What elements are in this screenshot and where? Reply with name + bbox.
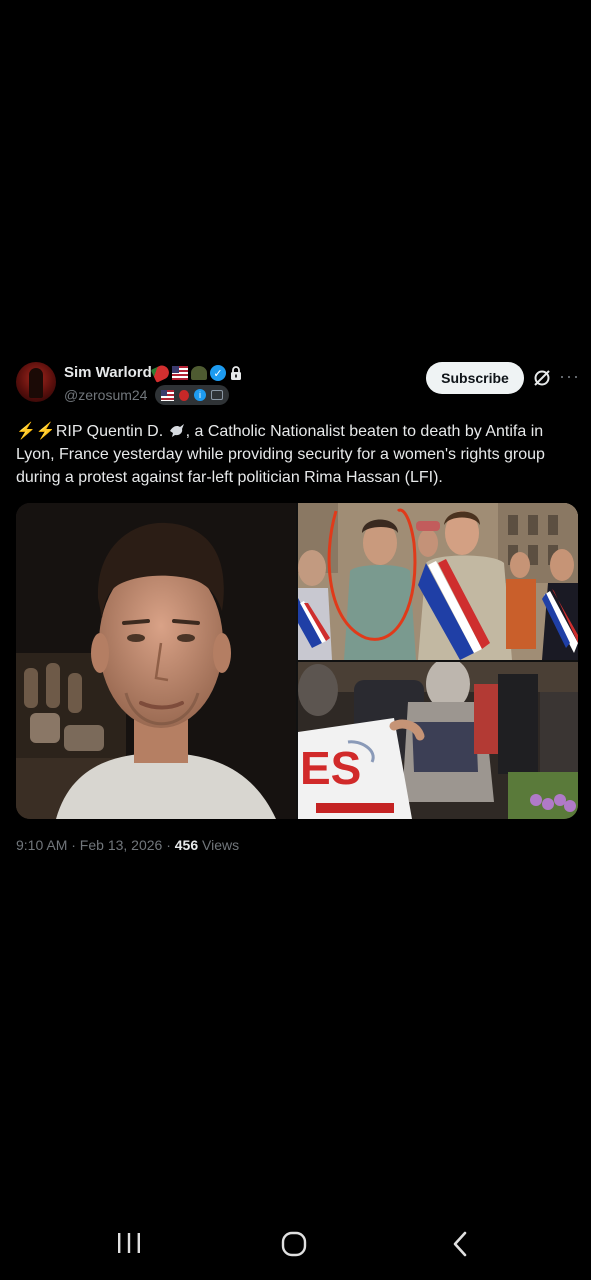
- media-grid[interactable]: ES: [16, 503, 578, 819]
- author-handle[interactable]: @zerosum24: [64, 387, 147, 403]
- info-badge-icon: i: [194, 389, 206, 401]
- avatar-figure: [29, 368, 43, 398]
- grok-icon[interactable]: [532, 368, 552, 388]
- chili-pepper-icon: [150, 363, 172, 383]
- handle-badge-group[interactable]: i: [155, 385, 229, 405]
- apple-badge-icon: [179, 389, 189, 401]
- soldier-icon: [191, 366, 207, 380]
- android-navigation-bar: [0, 1210, 591, 1280]
- more-options-icon[interactable]: ···: [559, 367, 579, 388]
- home-icon[interactable]: [280, 1230, 308, 1258]
- us-flag-badge-icon: [161, 389, 174, 401]
- portrait-photo[interactable]: [16, 503, 296, 819]
- verified-checkmark-icon[interactable]: ✓: [210, 365, 226, 381]
- recent-apps-icon[interactable]: [116, 1232, 142, 1254]
- author-avatar[interactable]: [16, 362, 56, 402]
- post-card[interactable]: Sim Warlord ✓ @zerosum24 i Subscribe ···…: [0, 355, 591, 863]
- post-meta: 9:10 AM · Feb 13, 2026 · 456 Views: [16, 837, 239, 853]
- name-emoji-group: ✓: [150, 363, 243, 383]
- lightning-bolt-icons: ⚡⚡: [16, 423, 56, 440]
- views-count: 456: [174, 837, 199, 853]
- post-text-part1: RIP Quentin D.: [55, 423, 168, 440]
- banner-text: ES: [300, 742, 361, 794]
- lock-icon: [229, 365, 243, 381]
- post-text: ⚡⚡RIP Quentin D. , a Catholic Nationalis…: [16, 420, 582, 489]
- post-timestamp[interactable]: 9:10 AM · Feb 13, 2026 ·: [16, 837, 175, 853]
- subscribe-button[interactable]: Subscribe: [426, 362, 524, 394]
- us-flag-icon: [172, 366, 188, 380]
- author-display-name[interactable]: Sim Warlord: [64, 364, 152, 381]
- protest-photo-bottom[interactable]: ES: [298, 662, 578, 819]
- protest-photo-top[interactable]: [298, 503, 578, 660]
- views-label: Views: [198, 837, 240, 853]
- back-icon[interactable]: [450, 1230, 470, 1258]
- dove-icon: [168, 423, 186, 440]
- camera-badge-icon: [211, 390, 223, 400]
